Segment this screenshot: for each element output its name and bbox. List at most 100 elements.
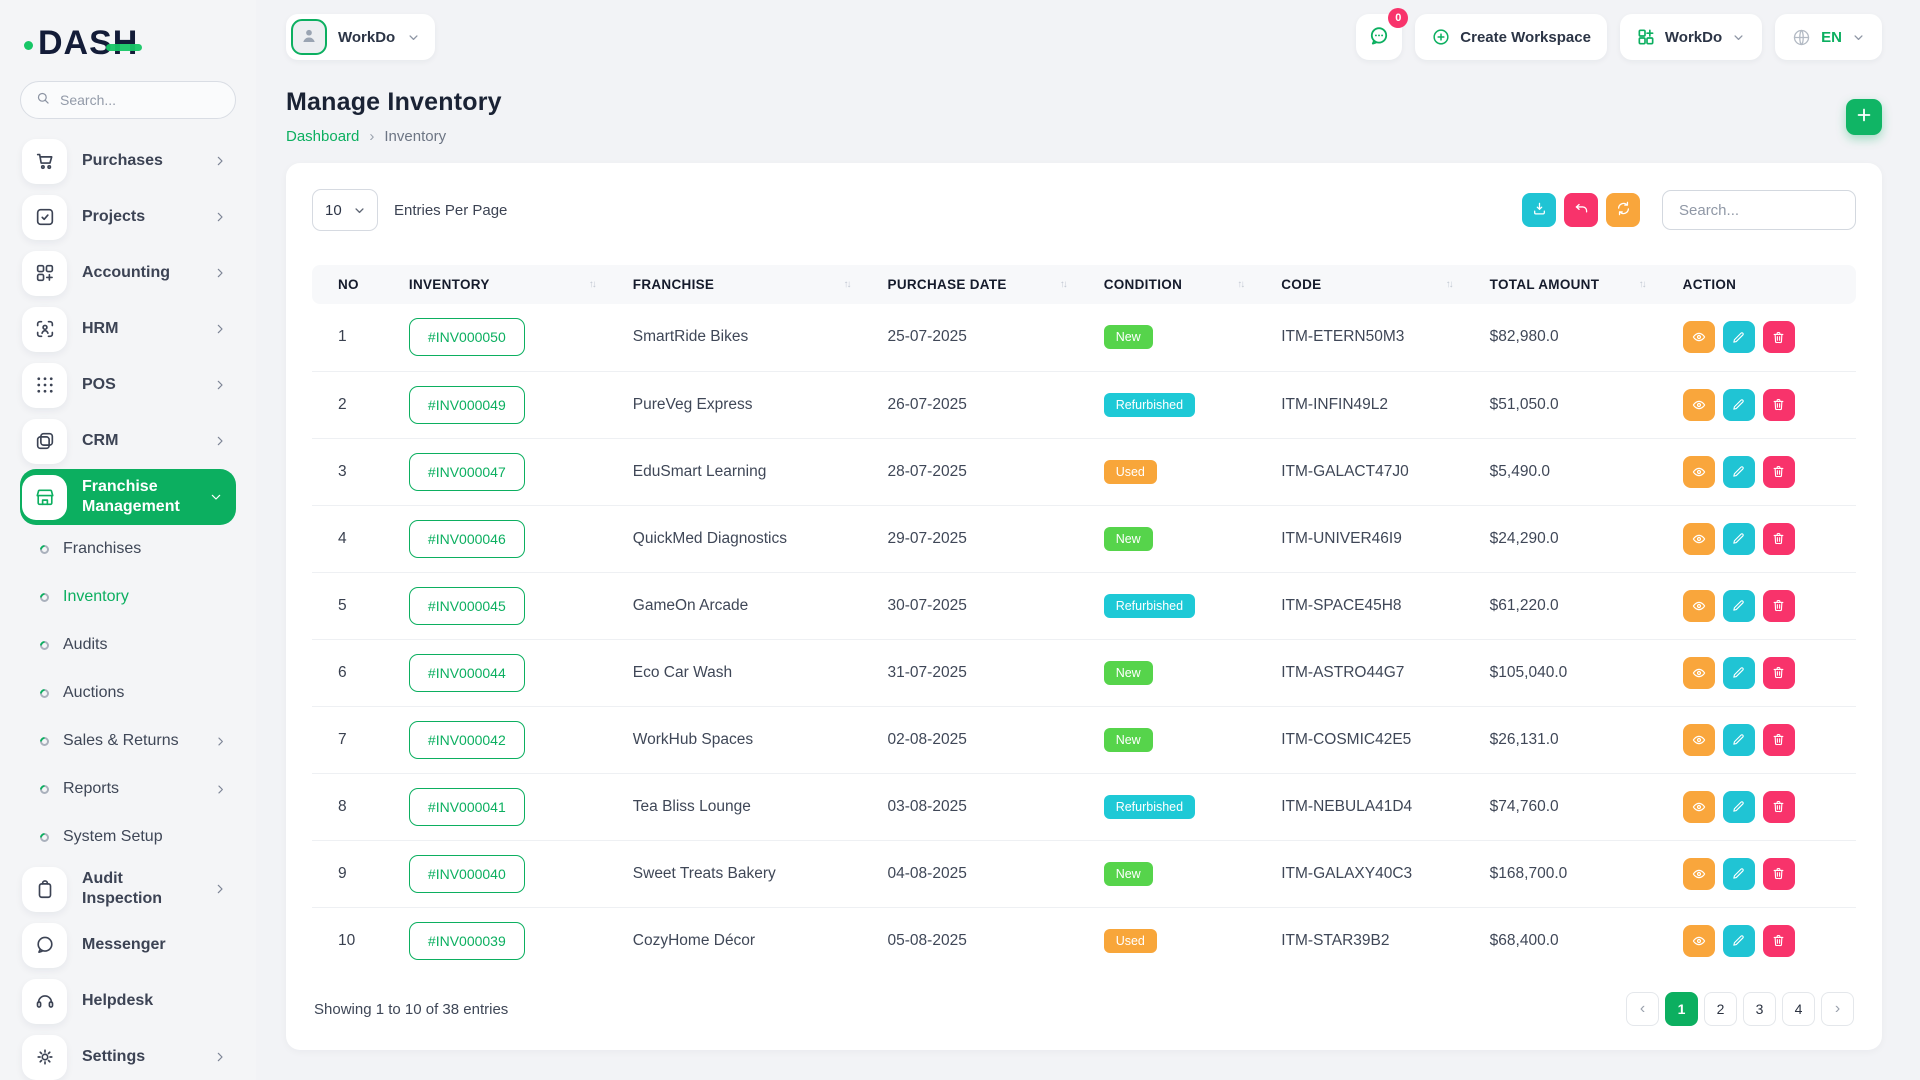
view-button[interactable]: [1683, 523, 1715, 555]
view-button[interactable]: [1683, 657, 1715, 689]
edit-button[interactable]: [1723, 858, 1755, 890]
delete-button[interactable]: [1763, 321, 1795, 353]
delete-button[interactable]: [1763, 590, 1795, 622]
column-header-franchise[interactable]: FRANCHISE ↑↓: [621, 265, 876, 304]
create-workspace-button[interactable]: Create Workspace: [1415, 14, 1607, 60]
pagination-page-3[interactable]: 3: [1743, 992, 1776, 1026]
sort-icon[interactable]: ↑↓: [589, 279, 609, 290]
sidebar-subitem-system-setup[interactable]: System Setup: [20, 813, 236, 861]
pencil-icon: [1731, 397, 1746, 412]
eye-icon: [1691, 464, 1707, 480]
table-search-input[interactable]: [1662, 190, 1856, 230]
column-label: FRANCHISE: [633, 277, 714, 292]
edit-button[interactable]: [1723, 925, 1755, 957]
purchase-date-cell: 05-08-2025: [876, 907, 1092, 974]
column-label: CODE: [1281, 277, 1321, 292]
edit-button[interactable]: [1723, 791, 1755, 823]
sidebar-item-projects[interactable]: Projects: [20, 189, 236, 245]
sidebar-subitem-reports[interactable]: Reports: [20, 765, 236, 813]
sidebar-item-accounting[interactable]: Accounting: [20, 245, 236, 301]
refresh-button[interactable]: [1606, 193, 1640, 227]
sidebar-subitem-sales-returns[interactable]: Sales & Returns: [20, 717, 236, 765]
delete-button[interactable]: [1763, 858, 1795, 890]
inventory-link[interactable]: #INV000046: [409, 520, 525, 558]
inventory-link[interactable]: #INV000041: [409, 788, 525, 826]
delete-button[interactable]: [1763, 724, 1795, 756]
view-button[interactable]: [1683, 791, 1715, 823]
app-logo[interactable]: DASH: [20, 14, 236, 79]
plus-icon: [1854, 105, 1874, 125]
column-header-inventory[interactable]: INVENTORY↑↓: [397, 265, 621, 304]
breadcrumb-dashboard-link[interactable]: Dashboard: [286, 128, 359, 145]
messages-button[interactable]: 0: [1356, 14, 1402, 60]
column-header-total-amount[interactable]: TOTAL AMOUNT↑↓: [1478, 265, 1671, 304]
pagination-page-2[interactable]: 2: [1704, 992, 1737, 1026]
sidebar-item-pos[interactable]: POS: [20, 357, 236, 413]
edit-button[interactable]: [1723, 456, 1755, 488]
view-button[interactable]: [1683, 590, 1715, 622]
sidebar-subitem-inventory[interactable]: Inventory: [20, 573, 236, 621]
sort-icon[interactable]: ↑↓: [1237, 279, 1257, 290]
column-header-condition[interactable]: CONDITION↑↓: [1092, 265, 1270, 304]
sidebar-subitem-franchises[interactable]: Franchises: [20, 525, 236, 573]
export-button[interactable]: [1522, 193, 1556, 227]
inventory-link[interactable]: #INV000050: [409, 318, 525, 356]
pagination-page-1[interactable]: 1: [1665, 992, 1698, 1026]
edit-button[interactable]: [1723, 724, 1755, 756]
delete-button[interactable]: [1763, 657, 1795, 689]
inventory-link[interactable]: #INV000039: [409, 922, 525, 960]
view-button[interactable]: [1683, 925, 1715, 957]
sort-icon[interactable]: ↑↓: [1446, 279, 1466, 290]
column-header-code[interactable]: CODE ↑↓: [1269, 265, 1477, 304]
view-button[interactable]: [1683, 724, 1715, 756]
inventory-link[interactable]: #INV000044: [409, 654, 525, 692]
sidebar-item-settings[interactable]: Settings: [20, 1029, 236, 1080]
undo-button[interactable]: [1564, 193, 1598, 227]
sort-icon[interactable]: ↑↓: [1060, 279, 1080, 290]
sidebar-item-messenger[interactable]: Messenger: [20, 917, 236, 973]
edit-button[interactable]: [1723, 657, 1755, 689]
sidebar-item-hrm[interactable]: HRM: [20, 301, 236, 357]
view-button[interactable]: [1683, 389, 1715, 421]
language-button[interactable]: EN: [1775, 14, 1882, 60]
inventory-link[interactable]: #INV000045: [409, 587, 525, 625]
sidebar-item-helpdesk[interactable]: Helpdesk: [20, 973, 236, 1029]
workdo-menu-button[interactable]: WorkDo: [1620, 14, 1762, 60]
view-button[interactable]: [1683, 321, 1715, 353]
delete-button[interactable]: [1763, 389, 1795, 421]
sidebar-item-franchise-management[interactable]: Franchise Management: [20, 469, 236, 525]
edit-button[interactable]: [1723, 321, 1755, 353]
column-header-purchase-date[interactable]: PURCHASE DATE↑↓: [876, 265, 1092, 304]
pagination-prev-button[interactable]: ‹: [1626, 992, 1659, 1026]
code-cell: ITM-SPACE45H8: [1269, 572, 1477, 639]
pagination-next-button[interactable]: ›: [1821, 992, 1854, 1026]
add-inventory-button[interactable]: [1846, 99, 1882, 135]
edit-button[interactable]: [1723, 590, 1755, 622]
inventory-link[interactable]: #INV000040: [409, 855, 525, 893]
plus-circle-icon: [1431, 27, 1451, 47]
workspace-switcher[interactable]: WorkDo: [286, 14, 435, 60]
sidebar-search-input[interactable]: [60, 92, 221, 108]
sidebar-item-crm[interactable]: CRM: [20, 413, 236, 469]
sort-icon[interactable]: ↑↓: [1639, 279, 1659, 290]
view-button[interactable]: [1683, 456, 1715, 488]
sidebar-search[interactable]: [20, 81, 236, 119]
delete-button[interactable]: [1763, 791, 1795, 823]
delete-button[interactable]: [1763, 925, 1795, 957]
delete-button[interactable]: [1763, 523, 1795, 555]
inventory-link[interactable]: #INV000049: [409, 386, 525, 424]
sidebar-item-purchases[interactable]: Purchases: [20, 133, 236, 189]
edit-button[interactable]: [1723, 389, 1755, 421]
sidebar-item-audit-inspection[interactable]: Audit Inspection: [20, 861, 236, 917]
inventory-link[interactable]: #INV000042: [409, 721, 525, 759]
pagination-page-4[interactable]: 4: [1782, 992, 1815, 1026]
entries-per-page-select[interactable]: 10: [312, 189, 378, 231]
view-button[interactable]: [1683, 858, 1715, 890]
sort-icon[interactable]: ↑↓: [844, 279, 864, 290]
sidebar-subitem-audits[interactable]: Audits: [20, 621, 236, 669]
inventory-link[interactable]: #INV000047: [409, 453, 525, 491]
row-number: 8: [312, 773, 397, 840]
delete-button[interactable]: [1763, 456, 1795, 488]
sidebar-subitem-auctions[interactable]: Auctions: [20, 669, 236, 717]
edit-button[interactable]: [1723, 523, 1755, 555]
